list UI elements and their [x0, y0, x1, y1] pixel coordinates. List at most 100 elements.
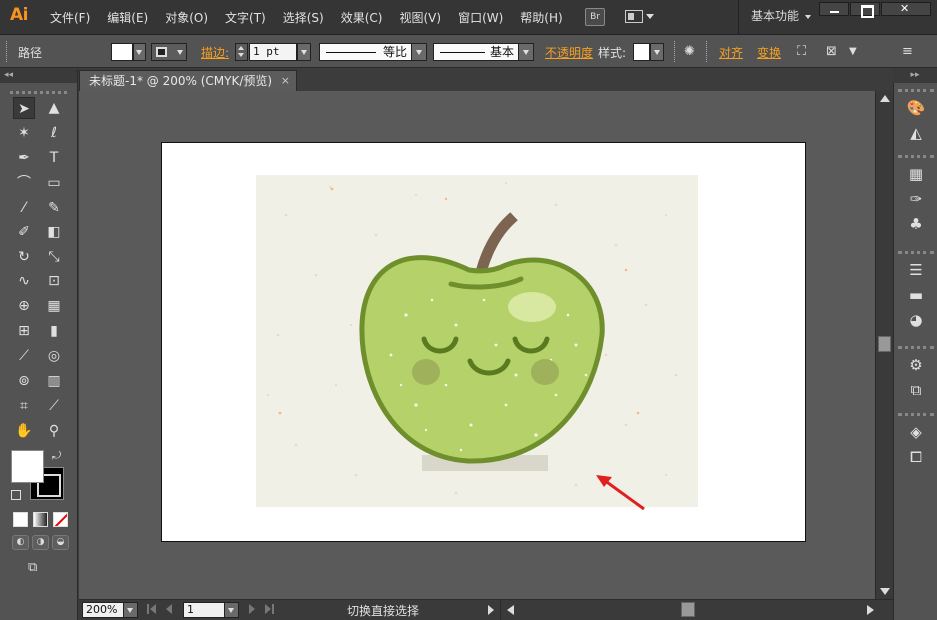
arc-tool-icon[interactable]: ⌒: [13, 172, 35, 194]
close-window-button[interactable]: [881, 2, 931, 16]
blend-tool-icon[interactable]: ◎: [43, 345, 65, 367]
appearance-panel-icon[interactable]: ⚙: [898, 353, 934, 378]
direct-selection-tool-icon[interactable]: ▲: [43, 97, 65, 119]
control-panel-menu-icon[interactable]: ≡: [902, 44, 913, 59]
status-menu-arrow-icon[interactable]: [488, 605, 494, 615]
gradient-panel-icon[interactable]: ▬: [898, 283, 934, 308]
vertical-scrollbar[interactable]: [875, 91, 893, 599]
menu-view[interactable]: 视图(V): [399, 9, 441, 26]
paintbrush-tool-icon[interactable]: ⁄: [13, 197, 35, 219]
scale-tool-icon[interactable]: ⤡: [43, 246, 65, 268]
artboard-tool-icon[interactable]: ⌗: [13, 395, 35, 417]
transform-link[interactable]: 变换: [757, 44, 781, 61]
transparency-panel-icon[interactable]: ◕: [898, 308, 934, 333]
artboard-number-field[interactable]: 1: [183, 602, 239, 618]
menu-effect[interactable]: 效果(C): [341, 9, 383, 26]
fill-dropdown[interactable]: [133, 43, 146, 61]
hand-tool-icon[interactable]: ✋: [13, 420, 35, 442]
graphic-styles-panel-icon[interactable]: ⧉: [898, 378, 934, 403]
menu-object[interactable]: 对象(O): [165, 9, 208, 26]
gradient-tool-icon[interactable]: ▮: [43, 320, 65, 342]
eraser-tool-icon[interactable]: ◧: [43, 221, 65, 243]
color-mode-button[interactable]: [13, 512, 28, 527]
variable-width-profile-dropdown[interactable]: 等比: [319, 43, 427, 61]
draw-normal-icon[interactable]: ◐: [12, 535, 29, 550]
gradient-mode-button[interactable]: [33, 512, 48, 527]
eyedropper-tool-icon[interactable]: ⟋: [13, 345, 35, 367]
lasso-tool-icon[interactable]: ℓ: [43, 122, 65, 144]
layers-panel-icon[interactable]: ◈: [898, 420, 934, 445]
draw-behind-icon[interactable]: ◑: [32, 535, 49, 550]
slice-tool-icon[interactable]: ⟋: [43, 395, 65, 417]
fill-swatch[interactable]: [111, 43, 133, 61]
perspective-grid-tool-icon[interactable]: ▦: [43, 295, 65, 317]
brushes-panel-icon[interactable]: ✑: [898, 187, 934, 212]
default-fill-stroke-icon[interactable]: [11, 490, 21, 500]
draw-inside-icon[interactable]: ◒: [52, 535, 69, 550]
last-artboard-icon[interactable]: [272, 604, 274, 614]
arrange-documents-button[interactable]: [625, 10, 654, 24]
menu-select[interactable]: 选择(S): [283, 9, 324, 26]
stroke-weight-stepper[interactable]: [235, 43, 248, 61]
pencil-tool-icon[interactable]: ✎: [43, 197, 65, 219]
zoom-level-field[interactable]: 200%: [82, 602, 138, 618]
apple-illustration[interactable]: [256, 175, 698, 507]
scroll-left-icon[interactable]: [507, 605, 514, 615]
workspace-switcher[interactable]: 基本功能: [738, 0, 830, 35]
color-guide-panel-icon[interactable]: ◭: [898, 121, 934, 146]
chevron-down-icon[interactable]: ▼: [849, 46, 857, 57]
none-mode-button[interactable]: [53, 512, 68, 527]
vertical-scroll-thumb[interactable]: [878, 336, 891, 352]
stroke-weight-input[interactable]: 1 pt: [249, 43, 297, 61]
bridge-button[interactable]: Br: [585, 8, 605, 26]
stroke-swatch[interactable]: [151, 43, 187, 61]
expand-panels-icon[interactable]: ▸▸: [893, 69, 937, 83]
color-panel-icon[interactable]: 🎨: [898, 96, 934, 121]
selection-options-icon[interactable]: ⊠: [826, 44, 837, 59]
symbols-panel-icon[interactable]: ♣: [898, 212, 934, 237]
chevron-down-icon[interactable]: [224, 602, 239, 618]
stroke-panel-icon[interactable]: ☰: [898, 258, 934, 283]
chevron-down-icon[interactable]: [123, 602, 138, 618]
minimize-button[interactable]: [819, 2, 849, 16]
grip-icon[interactable]: [6, 41, 9, 62]
opacity-link[interactable]: 不透明度: [545, 44, 593, 61]
graphic-style-dropdown[interactable]: [650, 43, 664, 61]
brush-definition-dropdown[interactable]: 基本: [433, 43, 534, 61]
first-artboard-icon[interactable]: [147, 604, 149, 614]
recolor-artwork-icon[interactable]: ✺: [684, 44, 695, 59]
horizontal-scrollbar[interactable]: [500, 600, 880, 620]
stroke-link[interactable]: 描边:: [201, 44, 229, 61]
stroke-weight-dropdown[interactable]: [297, 43, 311, 61]
next-artboard-icon[interactable]: [249, 604, 255, 614]
isolate-group-icon[interactable]: ⛶: [797, 44, 806, 59]
mesh-tool-icon[interactable]: ⊞: [13, 320, 35, 342]
artboards-panel-icon[interactable]: ⧠: [898, 445, 934, 470]
zoom-tool-icon[interactable]: ⚲: [43, 420, 65, 442]
collapse-panel-icon[interactable]: ◂◂: [0, 69, 77, 83]
document-tab[interactable]: 未标题-1* @ 200% (CMYK/预览) ×: [79, 70, 297, 91]
free-transform-tool-icon[interactable]: ⊡: [43, 270, 65, 292]
scroll-down-icon[interactable]: [880, 588, 890, 595]
align-link[interactable]: 对齐: [719, 44, 743, 61]
menu-edit[interactable]: 编辑(E): [107, 9, 148, 26]
scroll-right-icon[interactable]: [867, 605, 874, 615]
type-tool-icon[interactable]: T: [43, 147, 65, 169]
menu-type[interactable]: 文字(T): [225, 9, 266, 26]
rotate-tool-icon[interactable]: ↻: [13, 246, 35, 268]
menu-help[interactable]: 帮助(H): [520, 9, 562, 26]
scroll-up-icon[interactable]: [880, 95, 890, 102]
rectangle-tool-icon[interactable]: ▭: [43, 172, 65, 194]
swap-fill-stroke-icon[interactable]: ⤾: [52, 449, 61, 463]
last-artboard-arrow[interactable]: [265, 604, 271, 614]
horizontal-scroll-thumb[interactable]: [681, 602, 695, 617]
screen-mode-icon[interactable]: ⧉: [28, 560, 50, 577]
maximize-button[interactable]: [850, 2, 880, 18]
pen-tool-icon[interactable]: ✒: [13, 147, 35, 169]
warp-tool-icon[interactable]: ∿: [13, 270, 35, 292]
swatches-panel-icon[interactable]: ▦: [898, 162, 934, 187]
column-graph-tool-icon[interactable]: ▥: [43, 370, 65, 392]
magic-wand-tool-icon[interactable]: ✶: [13, 122, 35, 144]
graphic-style-swatch[interactable]: [633, 43, 650, 61]
shape-builder-tool-icon[interactable]: ⊕: [13, 295, 35, 317]
